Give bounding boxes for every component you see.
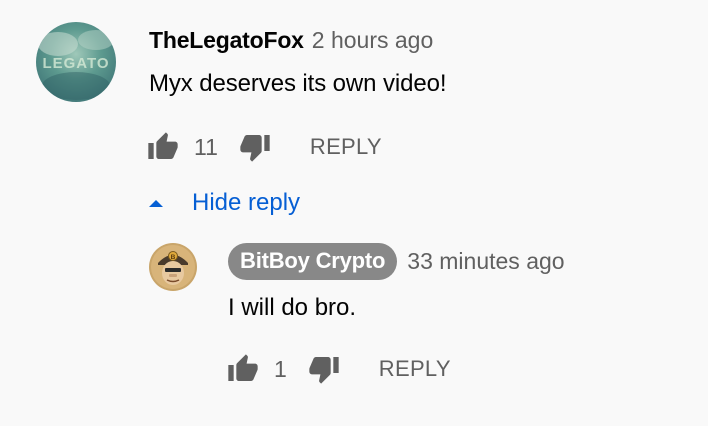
like-count: 1 (274, 355, 287, 382)
thumbs-down-icon (240, 135, 270, 162)
comment-author[interactable]: TheLegatoFox (149, 27, 304, 54)
avatar-image: B (149, 243, 197, 291)
dislike-button[interactable] (307, 352, 341, 386)
reply-button[interactable]: REPLY (310, 134, 382, 160)
like-button[interactable] (146, 130, 180, 164)
reply-author-avatar[interactable]: B (149, 243, 197, 291)
comment-text: Myx deserves its own video! (149, 70, 447, 97)
thumbs-up-icon (148, 132, 178, 159)
caret-up-icon (146, 193, 166, 213)
avatar-logo-text: LEGATO (42, 55, 109, 72)
reply-timestamp[interactable]: 33 minutes ago (407, 248, 564, 275)
comment-actions: 11 REPLY (146, 130, 382, 164)
hide-replies-toggle[interactable]: Hide reply (146, 186, 300, 220)
thumbs-up-icon (228, 354, 258, 381)
comment-thread: LEGATO TheLegatoFox 2 hours ago Myx dese… (0, 0, 708, 426)
reply-author-badge[interactable]: BitBoy Crypto (228, 242, 398, 280)
commenter-avatar[interactable]: LEGATO (36, 22, 116, 102)
reply-header: BitBoy Crypto 33 minutes ago (228, 242, 565, 280)
comment-header: TheLegatoFox 2 hours ago (149, 24, 433, 56)
reply-button[interactable]: REPLY (379, 356, 451, 382)
thumbs-down-icon (309, 357, 339, 384)
like-count: 11 (194, 133, 218, 160)
svg-text:B: B (171, 254, 176, 261)
reply-actions: 1 REPLY (226, 352, 451, 386)
reply-text: I will do bro. (228, 294, 357, 321)
comment-timestamp[interactable]: 2 hours ago (312, 27, 433, 54)
hide-reply-label: Hide reply (192, 189, 301, 216)
avatar-image: LEGATO (36, 22, 116, 102)
like-button[interactable] (226, 352, 260, 386)
dislike-button[interactable] (238, 130, 272, 164)
